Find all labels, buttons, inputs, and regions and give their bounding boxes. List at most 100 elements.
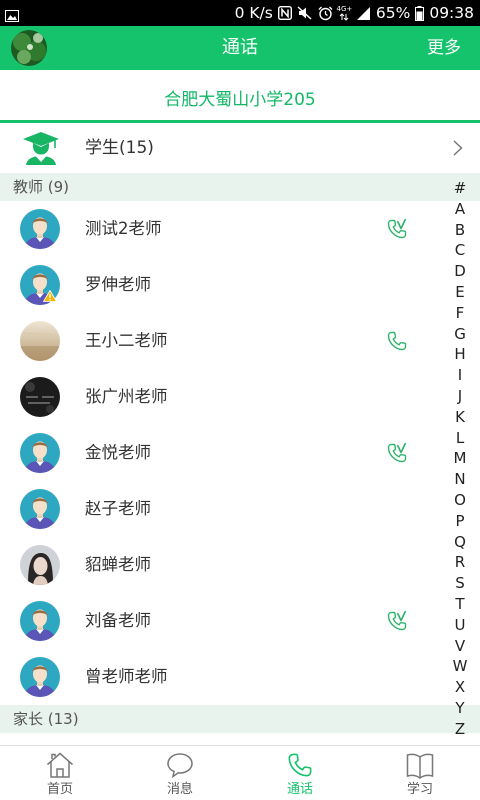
index-letter-e[interactable]: E (448, 282, 472, 303)
index-letter-s[interactable]: S (448, 573, 472, 594)
default-avatar (20, 433, 60, 473)
alarm-icon (318, 6, 333, 21)
battery-icon (415, 5, 425, 21)
tab-label: 消息 (166, 782, 193, 797)
warning-badge-icon (42, 287, 58, 302)
index-letter-d[interactable]: D (448, 261, 472, 282)
contact-row[interactable]: 测试2老师 (0, 201, 480, 257)
index-letter-v[interactable]: V (448, 636, 472, 657)
chevron-right-icon (453, 140, 463, 156)
tab-label: 首页 (46, 782, 73, 797)
contact-name: 王小二老师 (85, 331, 168, 350)
nfc-icon (277, 6, 292, 20)
tab-label: 学习 (406, 782, 433, 797)
phone-v-icon[interactable] (385, 217, 409, 241)
contact-row[interactable]: 貂蝉老师 (0, 537, 480, 593)
index-letter-t[interactable]: T (448, 594, 472, 615)
default-avatar (20, 209, 60, 249)
index-letter-n[interactable]: N (448, 469, 472, 490)
contact-name: 曾老师老师 (85, 667, 168, 686)
network-indicator: 4G+ (336, 5, 353, 21)
bottom-tab-bar: 首页 消息 通话 学习 (0, 745, 480, 800)
index-letter-h[interactable]: H (448, 344, 472, 365)
phone-icon (285, 750, 315, 780)
contact-row[interactable]: 金悦老师 (0, 425, 480, 481)
school-selector[interactable]: 合肥大蜀山小学205 (0, 70, 480, 123)
index-letter-j[interactable]: J (448, 386, 472, 407)
home-icon (45, 750, 75, 780)
more-button[interactable]: 更多 (427, 26, 461, 70)
contact-name: 貂蝉老师 (85, 555, 151, 574)
index-letter-w[interactable]: W (448, 656, 472, 677)
contact-row[interactable]: 曾老师老师 (0, 649, 480, 705)
tab-calls[interactable]: 通话 (240, 746, 360, 800)
contact-name: 刘备老师 (85, 611, 151, 630)
tab-study[interactable]: 学习 (360, 746, 480, 800)
mute-icon (297, 6, 313, 20)
index-letter-u[interactable]: U (448, 615, 472, 636)
index-letter-y[interactable]: Y (448, 698, 472, 719)
phone-v-icon[interactable] (385, 609, 409, 633)
chat-icon (165, 750, 195, 780)
clock: 09:38 (429, 4, 474, 22)
default-avatar (20, 601, 60, 641)
section-label: 家长 (13) (13, 710, 79, 728)
school-name: 合肥大蜀山小学205 (164, 90, 316, 110)
index-letter-a[interactable]: A (448, 199, 472, 220)
section-header-parents: 家长 (13) (0, 705, 480, 733)
network-type: 4G+ (336, 5, 353, 13)
graduate-icon (22, 131, 60, 165)
index-letter-q[interactable]: Q (448, 532, 472, 553)
tab-messages[interactable]: 消息 (120, 746, 240, 800)
index-letter-b[interactable]: B (448, 220, 472, 241)
status-bar: 0 K/s 4G+ 65% 09:38 (0, 0, 480, 26)
students-row[interactable]: 学生(15) (0, 123, 480, 173)
index-letter-m[interactable]: M (448, 448, 472, 469)
app-header: 通话 更多 (0, 26, 480, 70)
index-letter-f[interactable]: F (448, 303, 472, 324)
students-label: 学生(15) (85, 138, 154, 158)
photo-avatar (20, 321, 60, 361)
section-label: 教师 (9) (13, 178, 70, 196)
contact-row[interactable]: 赵子老师 (0, 481, 480, 537)
contact-row[interactable]: 王小二老师 (0, 313, 480, 369)
book-icon (405, 750, 435, 780)
contact-name: 张广州老师 (85, 387, 168, 406)
alphabet-index[interactable]: # A B C D E F G H I J K L M N O P Q R S … (448, 178, 472, 740)
phone-v-icon[interactable] (385, 441, 409, 465)
index-letter-k[interactable]: K (448, 407, 472, 428)
index-letter-r[interactable]: R (448, 552, 472, 573)
teacher-list: 测试2老师 罗伸老师 王小二老师 张广州老师 金悦老师 赵子老师 貂蝉老师 刘备… (0, 201, 480, 705)
photo-avatar (20, 377, 60, 417)
page-title: 通话 (222, 37, 258, 58)
photo-avatar (20, 545, 60, 585)
battery-percent: 65% (375, 4, 411, 22)
status-indicators: 0 K/s 4G+ 65% 09:38 (235, 0, 474, 26)
section-header-teachers: 教师 (9) (0, 173, 480, 201)
contact-name: 金悦老师 (85, 443, 151, 462)
contact-row[interactable]: 张广州老师 (0, 369, 480, 425)
index-letter-g[interactable]: G (448, 324, 472, 345)
index-letter-hash[interactable]: # (448, 178, 472, 199)
index-letter-i[interactable]: I (448, 365, 472, 386)
default-avatar (20, 489, 60, 529)
contact-name: 赵子老师 (85, 499, 151, 518)
contact-row[interactable]: 罗伸老师 (0, 257, 480, 313)
image-icon (5, 7, 19, 22)
default-avatar (20, 657, 60, 697)
data-arrows-icon (340, 13, 349, 21)
phone-icon[interactable] (385, 329, 409, 353)
index-letter-x[interactable]: X (448, 677, 472, 698)
index-letter-z[interactable]: Z (448, 719, 472, 740)
contact-row[interactable]: 刘备老师 (0, 593, 480, 649)
contact-name: 罗伸老师 (85, 275, 151, 294)
contact-name: 测试2老师 (85, 219, 162, 238)
index-letter-p[interactable]: P (448, 511, 472, 532)
net-speed: 0 K/s (234, 4, 273, 22)
index-letter-o[interactable]: O (448, 490, 472, 511)
tab-label: 通话 (286, 782, 313, 797)
tab-home[interactable]: 首页 (0, 746, 120, 800)
signal-icon (356, 6, 371, 21)
index-letter-l[interactable]: L (448, 428, 472, 449)
index-letter-c[interactable]: C (448, 240, 472, 261)
